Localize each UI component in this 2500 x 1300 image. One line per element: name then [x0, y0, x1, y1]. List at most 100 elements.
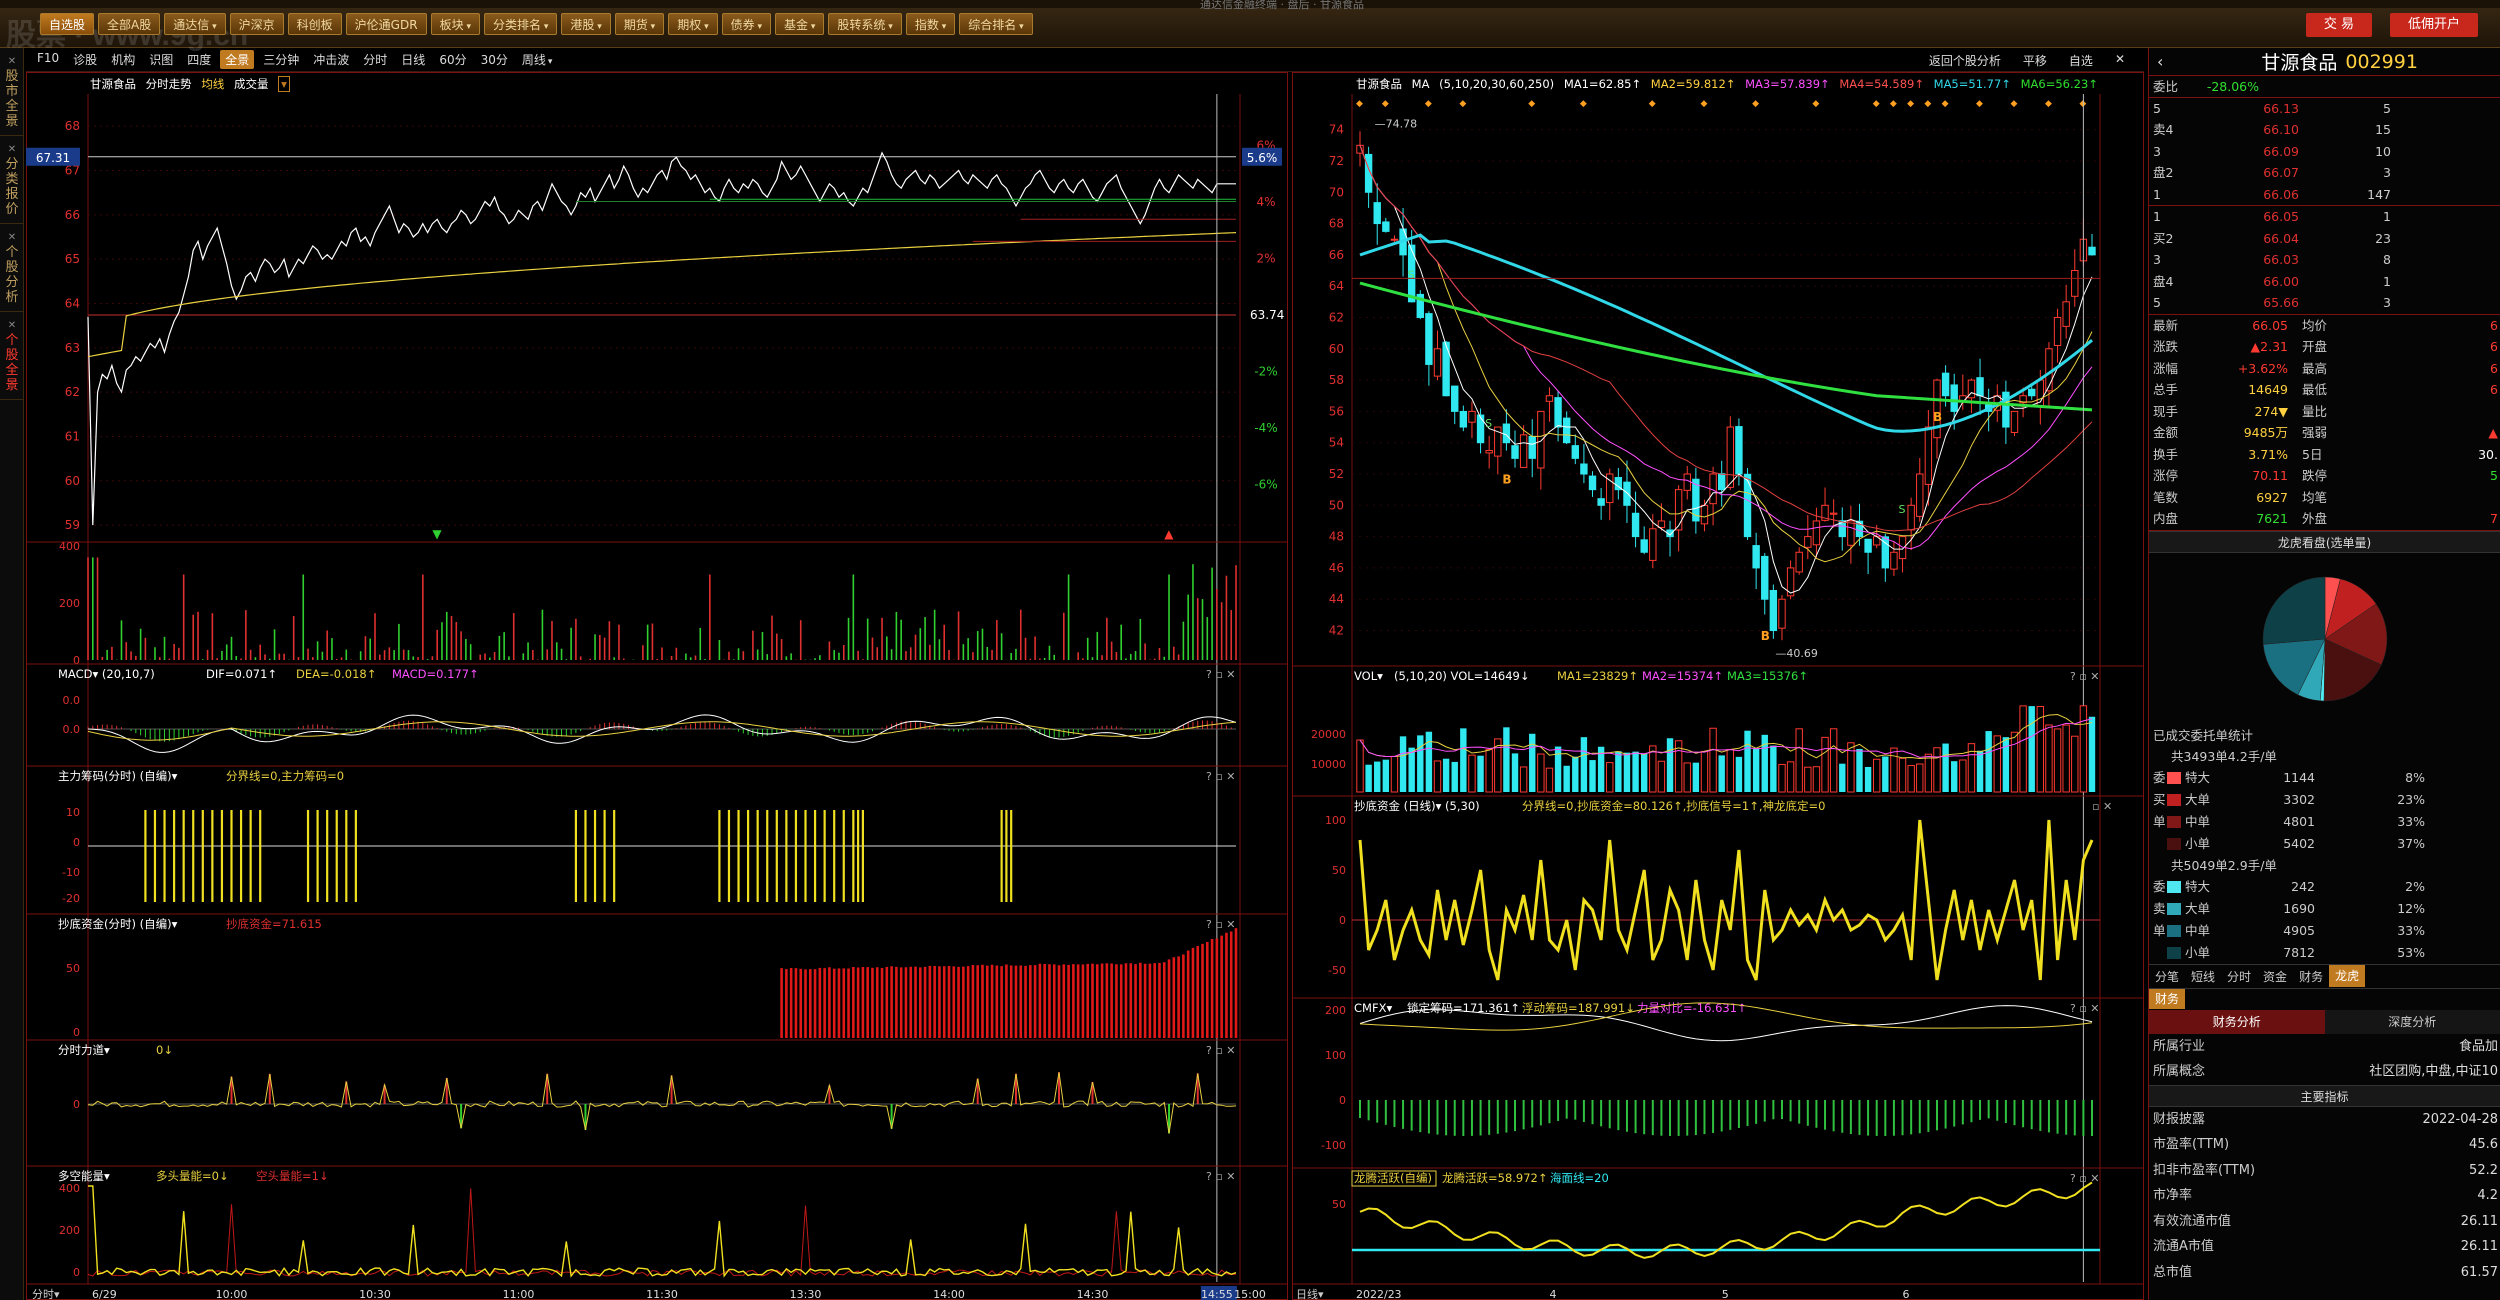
quote-tab-1[interactable]: 短线: [2185, 968, 2221, 985]
view-tab-2[interactable]: 机构: [106, 50, 140, 69]
menu-item-9[interactable]: 期货: [614, 13, 665, 35]
time-label: 10:00: [216, 1288, 248, 1300]
longteng-title[interactable]: 龙腾活跃(自编): [1354, 1171, 1432, 1185]
view-tab-11[interactable]: 30分: [476, 50, 513, 69]
buy-level-2[interactable]: 买2 66.04 23: [2149, 228, 2500, 250]
quote-tab-4[interactable]: 财务: [2293, 968, 2329, 985]
panel-controls[interactable]: ? ▫ ✕: [1206, 918, 1236, 931]
quote-tab-2[interactable]: 分时: [2221, 968, 2257, 985]
menu-item-4[interactable]: 科创板: [287, 13, 342, 35]
menu-item-7[interactable]: 分类排名: [483, 13, 558, 35]
quote-tab-0[interactable]: 分笔: [2149, 968, 2185, 985]
open-account-button[interactable]: 低佣开户: [2389, 13, 2478, 37]
view-tab-3[interactable]: 识图: [144, 50, 178, 69]
panel-controls[interactable]: ? ▫ ✕: [1206, 1170, 1236, 1183]
finance-tab[interactable]: 财务: [2149, 989, 2186, 1009]
menu-item-12[interactable]: 基金: [775, 13, 825, 35]
left-tab-0[interactable]: ✕ 股市全景: [0, 48, 24, 136]
panel-controls[interactable]: ? ▫ ✕: [1206, 668, 1236, 681]
menu-item-5[interactable]: 沪伦通GDR: [345, 13, 427, 35]
buy-level-4[interactable]: 盘4 66.00 1: [2149, 271, 2500, 293]
close-icon[interactable]: ✕: [0, 230, 24, 245]
view-tab-6[interactable]: 三分钟: [258, 50, 304, 69]
menu-item-11[interactable]: 债券: [721, 13, 771, 35]
menu-item-6[interactable]: 板块: [430, 13, 480, 35]
view-toolbar-right-3[interactable]: ✕: [2110, 51, 2130, 70]
view-tab-5[interactable]: 全景: [220, 50, 255, 69]
panel-controls[interactable]: ? ▫ ✕: [2070, 670, 2100, 683]
deep-analysis-tab[interactable]: 深度分析: [2324, 1009, 2500, 1034]
sell-level-5[interactable]: 5 66.13 5: [2149, 98, 2500, 120]
daily-ma-dropdown[interactable]: MA: [1412, 77, 1430, 91]
buy-level-1[interactable]: 1 66.05 1: [2149, 206, 2500, 228]
intraday-chart[interactable]: 6867666564636261605963.746%4%2%-2%-4%-6%…: [26, 94, 1288, 1300]
menu-item-3[interactable]: 沪深京: [229, 13, 284, 35]
panel-controls[interactable]: ? ▫ ✕: [2070, 1172, 2100, 1185]
vol-bar: [1615, 751, 1622, 792]
view-toolbar-right-2[interactable]: 自选: [2064, 51, 2098, 70]
vol-bar: [1829, 728, 1838, 793]
vol-title[interactable]: VOL▾: [1354, 669, 1383, 683]
menu-item-0[interactable]: 自选股: [40, 13, 95, 35]
menu-item-2[interactable]: 通达信: [164, 13, 226, 35]
buy-level-5[interactable]: 5 65.66 3: [2149, 292, 2500, 314]
lidao-title[interactable]: 分时力道▾: [58, 1043, 110, 1057]
signal-diamond-icon: ◆: [1382, 99, 1389, 109]
left-tab-1[interactable]: ✕ 分类报价: [0, 136, 24, 224]
menu-item-8[interactable]: 港股: [561, 13, 611, 35]
view-toolbar-right-1[interactable]: 平移: [2018, 51, 2052, 70]
vol-bar: [2028, 706, 2035, 792]
intraday-bottom-label[interactable]: 分时▾: [32, 1288, 60, 1300]
view-tab-10[interactable]: 60分: [434, 50, 471, 69]
panel-controls[interactable]: ? ▫ ✕: [2070, 1002, 2100, 1015]
panel-controls[interactable]: ▫ ✕: [2092, 800, 2112, 813]
daily-chart[interactable]: 7472706866646260585654525048464442◆ ◆ ◆ ◆ ◆ ◆…: [1292, 94, 2144, 1300]
candle-body: [2053, 316, 2062, 346]
menu-item-15[interactable]: 综合排名: [959, 13, 1033, 35]
panel-controls[interactable]: ? ▫ ✕: [1206, 770, 1236, 783]
quote-tab-5[interactable]: 龙虎: [2329, 965, 2366, 987]
signal-diamond-icon: ◆: [2079, 99, 2086, 109]
sell-level-2[interactable]: 盘2 66.07 3: [2149, 162, 2500, 184]
buy-level-3[interactable]: 3 66.03 8: [2149, 249, 2500, 271]
view-tab-9[interactable]: 日线: [396, 50, 430, 69]
menu-item-14[interactable]: 指数: [905, 13, 956, 35]
sell-level-1[interactable]: 1 66.06 147: [2149, 184, 2500, 206]
close-icon[interactable]: ✕: [0, 54, 24, 69]
quote-tab-3[interactable]: 资金: [2257, 968, 2293, 985]
signal-diamond-icon: ◆: [1812, 99, 1819, 109]
sell-level-4[interactable]: 卖4 66.10 15: [2149, 119, 2500, 141]
chaodi-title[interactable]: 抄底资金(分时) (自编)▾: [58, 917, 178, 931]
close-icon[interactable]: ✕: [0, 318, 24, 333]
sell-level-3[interactable]: 3 66.09 10: [2149, 141, 2500, 163]
menu-item-10[interactable]: 期权: [668, 13, 718, 35]
finance-analysis-tab[interactable]: 财务分析: [2149, 1009, 2325, 1034]
sell-order-book: 5 66.13 5 卖4 66.10 15 3 66.09 10 盘2 66.07 3 1 66.06 14…: [2149, 98, 2500, 206]
chaodi-daily-title[interactable]: 抄底资金 (日线)▾ (5,30): [1354, 799, 1480, 813]
view-tab-1[interactable]: 诊股: [68, 50, 102, 69]
left-tab-2[interactable]: ✕ 个股分析: [0, 224, 24, 312]
signal-diamond-icon: ◆: [1924, 99, 1931, 109]
left-tab-3[interactable]: ✕ 个股全景: [0, 312, 24, 400]
macd-title[interactable]: MACD▾ (20,10,7): [58, 667, 155, 681]
close-icon[interactable]: ✕: [0, 142, 24, 157]
duokong-title[interactable]: 多空能量▾: [58, 1169, 110, 1183]
view-tab-0[interactable]: F10: [32, 50, 64, 69]
cmfx-title[interactable]: CMFX▾: [1354, 1001, 1392, 1015]
trade-button[interactable]: 交 易: [2305, 13, 2372, 37]
view-tab-7[interactable]: 冲击波: [308, 50, 354, 69]
vol-bar: [1374, 761, 1381, 792]
panel-controls[interactable]: ? ▫ ✕: [1206, 1044, 1236, 1057]
view-tab-12[interactable]: 周线: [517, 50, 558, 69]
menu-item-13[interactable]: 股转系统: [828, 13, 902, 35]
view-tab-4[interactable]: 四度: [182, 50, 216, 69]
intraday-dropdown-icon[interactable]: ▾: [278, 76, 290, 92]
view-tab-8[interactable]: 分时: [358, 50, 392, 69]
menu-item-1[interactable]: 全部A股: [98, 13, 161, 35]
zhuli-title[interactable]: 主力筹码(分时) (自编)▾: [58, 769, 178, 783]
daily-bottom-label[interactable]: 日线▾: [1296, 1287, 1324, 1300]
candle-body: [1907, 504, 1915, 531]
vol-bar: [1519, 766, 1528, 793]
back-chevron-icon[interactable]: ‹: [2149, 52, 2171, 71]
view-toolbar-right-0[interactable]: 返回个股分析: [1924, 51, 2006, 70]
